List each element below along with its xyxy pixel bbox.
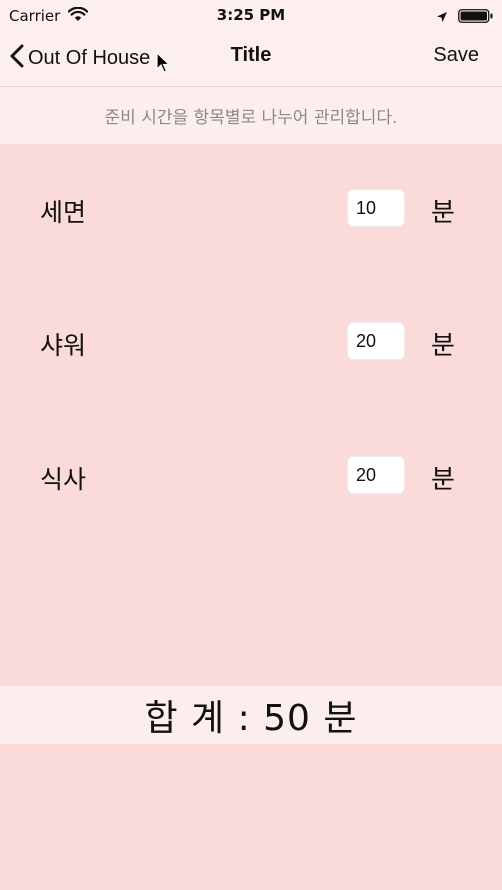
location-arrow-icon — [436, 8, 448, 27]
minutes-input[interactable] — [347, 189, 405, 227]
item-row-wash: 세면 분 — [0, 189, 502, 229]
total-label: 합 계 : 50 분 — [144, 698, 358, 739]
description-banner: 준비 시간을 항목별로 나누어 관리합니다. — [0, 87, 502, 144]
item-label: 세면 — [40, 198, 87, 227]
item-row-meal: 식사 분 — [0, 456, 502, 496]
description-text: 준비 시간을 항목별로 나누어 관리합니다. — [104, 108, 398, 128]
mouse-cursor-icon — [156, 51, 171, 78]
back-label: Out Of House — [28, 46, 151, 69]
minutes-input[interactable] — [347, 322, 405, 360]
save-button[interactable]: Save — [433, 44, 479, 67]
navigation-bar: Out Of House Title Save — [0, 30, 502, 87]
item-row-shower: 샤워 분 — [0, 322, 502, 362]
item-label: 샤워 — [40, 331, 87, 360]
item-unit: 분 — [431, 331, 455, 361]
item-label: 식사 — [40, 465, 87, 494]
total-bar: 합 계 : 50 분 — [0, 686, 502, 744]
back-button[interactable]: Out Of House — [10, 42, 150, 74]
item-unit: 분 — [431, 465, 455, 495]
chevron-left-icon — [10, 44, 24, 72]
status-time: 3:25 PM — [216, 6, 286, 24]
status-bar: Carrier 3:25 PM — [0, 0, 502, 30]
minutes-input[interactable] — [347, 456, 405, 494]
battery-icon — [458, 8, 494, 27]
item-unit: 분 — [431, 198, 455, 228]
